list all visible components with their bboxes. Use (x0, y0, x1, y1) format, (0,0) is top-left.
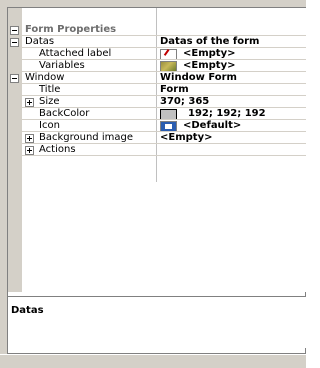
collapse-icon[interactable] (10, 26, 19, 35)
property-row-size[interactable]: Size 370; 365 (8, 96, 306, 108)
property-row-attached-label[interactable]: Attached label <Empty> (8, 48, 306, 60)
grid-title-row[interactable]: Form Properties (8, 24, 306, 36)
panel-bottom-bar (0, 354, 306, 368)
property-row-background-image[interactable]: Background image <Empty> (8, 132, 306, 144)
property-grid: Form Properties Datas Datas of the form … (8, 8, 306, 292)
expand-icon[interactable] (25, 146, 34, 155)
property-row-title[interactable]: Title Form (8, 84, 306, 96)
collapse-icon[interactable] (10, 38, 19, 47)
property-row-icon[interactable]: Icon <Default> (8, 120, 306, 132)
description-panel: Datas (8, 296, 306, 348)
property-row-actions[interactable]: Actions (8, 144, 306, 156)
collapse-icon[interactable] (10, 74, 19, 83)
property-row-backcolor[interactable]: BackColor 192; 192; 192 (8, 108, 306, 120)
category-row-datas[interactable]: Datas Datas of the form (8, 36, 306, 48)
description-title: Datas (11, 305, 44, 316)
property-row-variables[interactable]: Variables <Empty> (8, 60, 306, 72)
expand-icon[interactable] (25, 134, 34, 143)
expand-icon[interactable] (25, 98, 34, 107)
category-row-window[interactable]: Window Window Form (8, 72, 306, 84)
